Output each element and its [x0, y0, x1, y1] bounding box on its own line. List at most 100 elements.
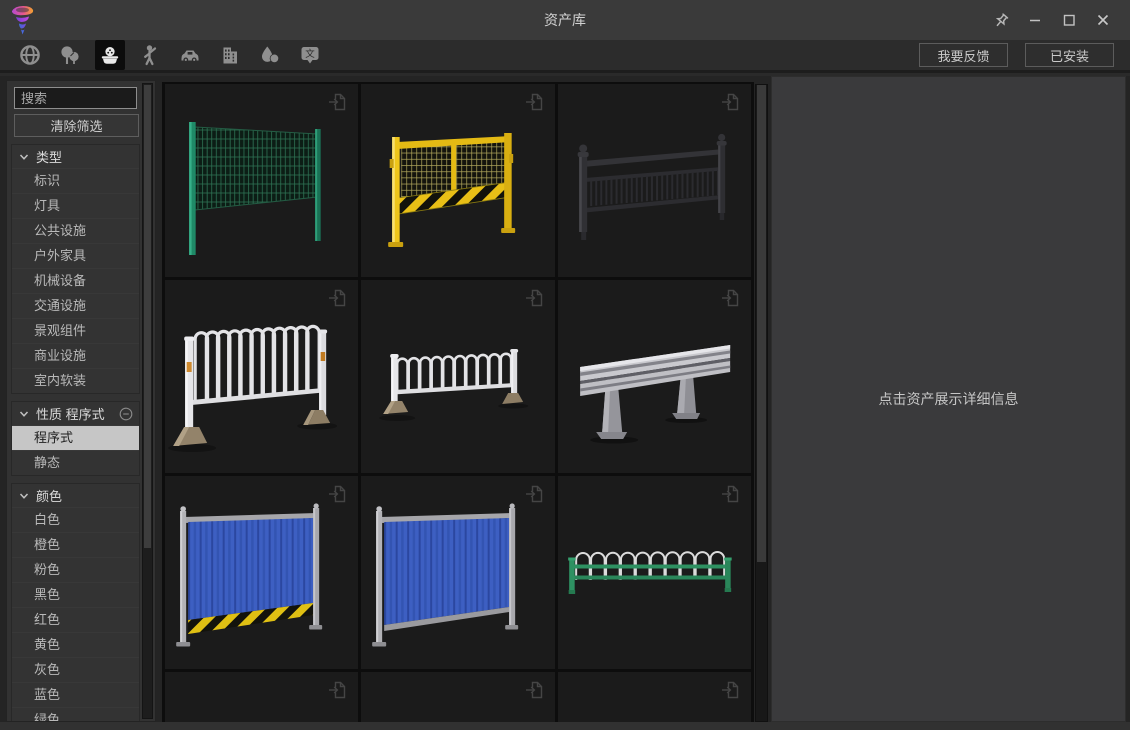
toolbar-buttons: 我要反馈 已安装 — [919, 43, 1114, 67]
import-asset-button[interactable] — [720, 91, 742, 113]
clear-filters-button[interactable]: 清除筛选 — [14, 114, 139, 137]
filter-item[interactable]: 交通设施 — [12, 293, 139, 318]
toolbar-tab-decal[interactable]: 文 — [295, 40, 325, 70]
feedback-button[interactable]: 我要反馈 — [919, 43, 1008, 67]
close-button[interactable] — [1086, 6, 1120, 34]
filter-section-header[interactable]: 类型 — [12, 145, 139, 168]
filter-section: 颜色白色橙色粉色黑色红色黄色灰色蓝色绿色紫色 — [11, 483, 140, 722]
asset-tile[interactable] — [165, 672, 358, 722]
character-icon — [138, 43, 162, 67]
import-asset-button[interactable] — [327, 287, 349, 309]
globe-icon — [18, 43, 42, 67]
filter-section-header[interactable]: 性质 程序式 — [12, 402, 139, 425]
svg-text:文: 文 — [305, 48, 315, 60]
asset-tile[interactable] — [558, 280, 751, 473]
toolbar-tab-building[interactable] — [215, 40, 245, 70]
filter-item[interactable]: 灯具 — [12, 193, 139, 218]
chevron-down-icon — [19, 409, 29, 419]
detail-panel: 点击资产展示详细信息 — [771, 76, 1126, 722]
vegetation-icon — [58, 43, 82, 67]
asset-tile[interactable] — [361, 672, 554, 722]
asset-tile[interactable] — [165, 476, 358, 669]
filter-item[interactable]: 景观组件 — [12, 318, 139, 343]
asset-tile[interactable] — [558, 476, 751, 669]
toolbar-tab-material[interactable] — [255, 40, 285, 70]
maximize-icon — [1061, 12, 1077, 28]
installed-button[interactable]: 已安装 — [1025, 43, 1114, 67]
scrollbar-thumb[interactable] — [757, 85, 766, 562]
remove-filter-icon[interactable] — [119, 407, 133, 421]
maximize-button[interactable] — [1052, 6, 1086, 34]
building-icon — [218, 43, 242, 67]
toolbar-tab-props[interactable] — [95, 40, 125, 70]
filter-item[interactable]: 机械设备 — [12, 268, 139, 293]
import-icon — [720, 679, 742, 701]
asset-tile[interactable] — [165, 84, 358, 277]
filter-item[interactable]: 蓝色 — [12, 682, 139, 707]
import-asset-button[interactable] — [720, 679, 742, 701]
sidebar-scrollbar[interactable] — [142, 83, 153, 719]
toolbar-tab-vegetation[interactable] — [55, 40, 85, 70]
import-icon — [327, 287, 349, 309]
import-asset-button[interactable] — [524, 287, 546, 309]
filter-item[interactable]: 灰色 — [12, 657, 139, 682]
import-asset-button[interactable] — [327, 679, 349, 701]
search-input[interactable] — [14, 87, 137, 109]
filter-item[interactable]: 粉色 — [12, 557, 139, 582]
filter-item[interactable]: 标识 — [12, 168, 139, 193]
material-icon — [258, 43, 282, 67]
scrollbar-thumb[interactable] — [144, 85, 151, 548]
import-asset-button[interactable] — [524, 483, 546, 505]
filter-section: 性质 程序式程序式静态 — [11, 401, 140, 476]
pin-icon — [993, 12, 1010, 29]
filter-item[interactable]: 静态 — [12, 450, 139, 475]
vehicle-icon — [178, 43, 202, 67]
filter-item[interactable]: 公共设施 — [12, 218, 139, 243]
pin-button[interactable] — [984, 6, 1018, 34]
toolbar-tab-vehicle[interactable] — [175, 40, 205, 70]
asset-tile[interactable] — [558, 84, 751, 277]
window-bottom-edge — [0, 722, 1130, 730]
import-asset-button[interactable] — [327, 91, 349, 113]
filter-item[interactable]: 黑色 — [12, 582, 139, 607]
asset-tile[interactable] — [361, 280, 554, 473]
filter-item[interactable]: 室内软装 — [12, 368, 139, 393]
filter-item[interactable]: 程序式 — [12, 425, 139, 450]
import-asset-button[interactable] — [524, 679, 546, 701]
toolbar-tab-character[interactable] — [135, 40, 165, 70]
import-icon — [327, 483, 349, 505]
asset-tile[interactable] — [361, 84, 554, 277]
close-icon — [1095, 12, 1111, 28]
import-icon — [720, 287, 742, 309]
filter-item[interactable]: 户外家具 — [12, 243, 139, 268]
grid-scrollbar[interactable] — [755, 84, 768, 722]
import-asset-button[interactable] — [524, 91, 546, 113]
filter-sidebar: 清除筛选 类型标识灯具公共设施户外家具机械设备交通设施景观组件商业设施室内软装性… — [6, 80, 156, 722]
asset-grid — [165, 84, 751, 722]
import-icon — [720, 483, 742, 505]
filter-item[interactable]: 黄色 — [12, 632, 139, 657]
import-asset-button[interactable] — [720, 287, 742, 309]
window-controls — [984, 0, 1120, 40]
import-icon — [524, 679, 546, 701]
filter-item[interactable]: 绿色 — [12, 707, 139, 722]
filter-item[interactable]: 白色 — [12, 507, 139, 532]
filter-section-title: 颜色 — [36, 486, 62, 505]
filter-item[interactable]: 红色 — [12, 607, 139, 632]
filter-section-header[interactable]: 颜色 — [12, 484, 139, 507]
detail-placeholder: 点击资产展示详细信息 — [879, 389, 1019, 409]
import-asset-button[interactable] — [720, 483, 742, 505]
import-icon — [524, 91, 546, 113]
filter-item[interactable]: 商业设施 — [12, 343, 139, 368]
import-icon — [327, 679, 349, 701]
toolbar-tab-globe[interactable] — [15, 40, 45, 70]
asset-tile[interactable] — [165, 280, 358, 473]
filter-item[interactable]: 橙色 — [12, 532, 139, 557]
asset-tile[interactable] — [558, 672, 751, 722]
minimize-button[interactable] — [1018, 6, 1052, 34]
asset-tile[interactable] — [361, 476, 554, 669]
filter-section-title: 类型 — [36, 147, 62, 166]
import-asset-button[interactable] — [327, 483, 349, 505]
filter-sections: 类型标识灯具公共设施户外家具机械设备交通设施景观组件商业设施室内软装性质 程序式… — [11, 144, 140, 722]
main-area: 清除筛选 类型标识灯具公共设施户外家具机械设备交通设施景观组件商业设施室内软装性… — [0, 76, 1130, 722]
